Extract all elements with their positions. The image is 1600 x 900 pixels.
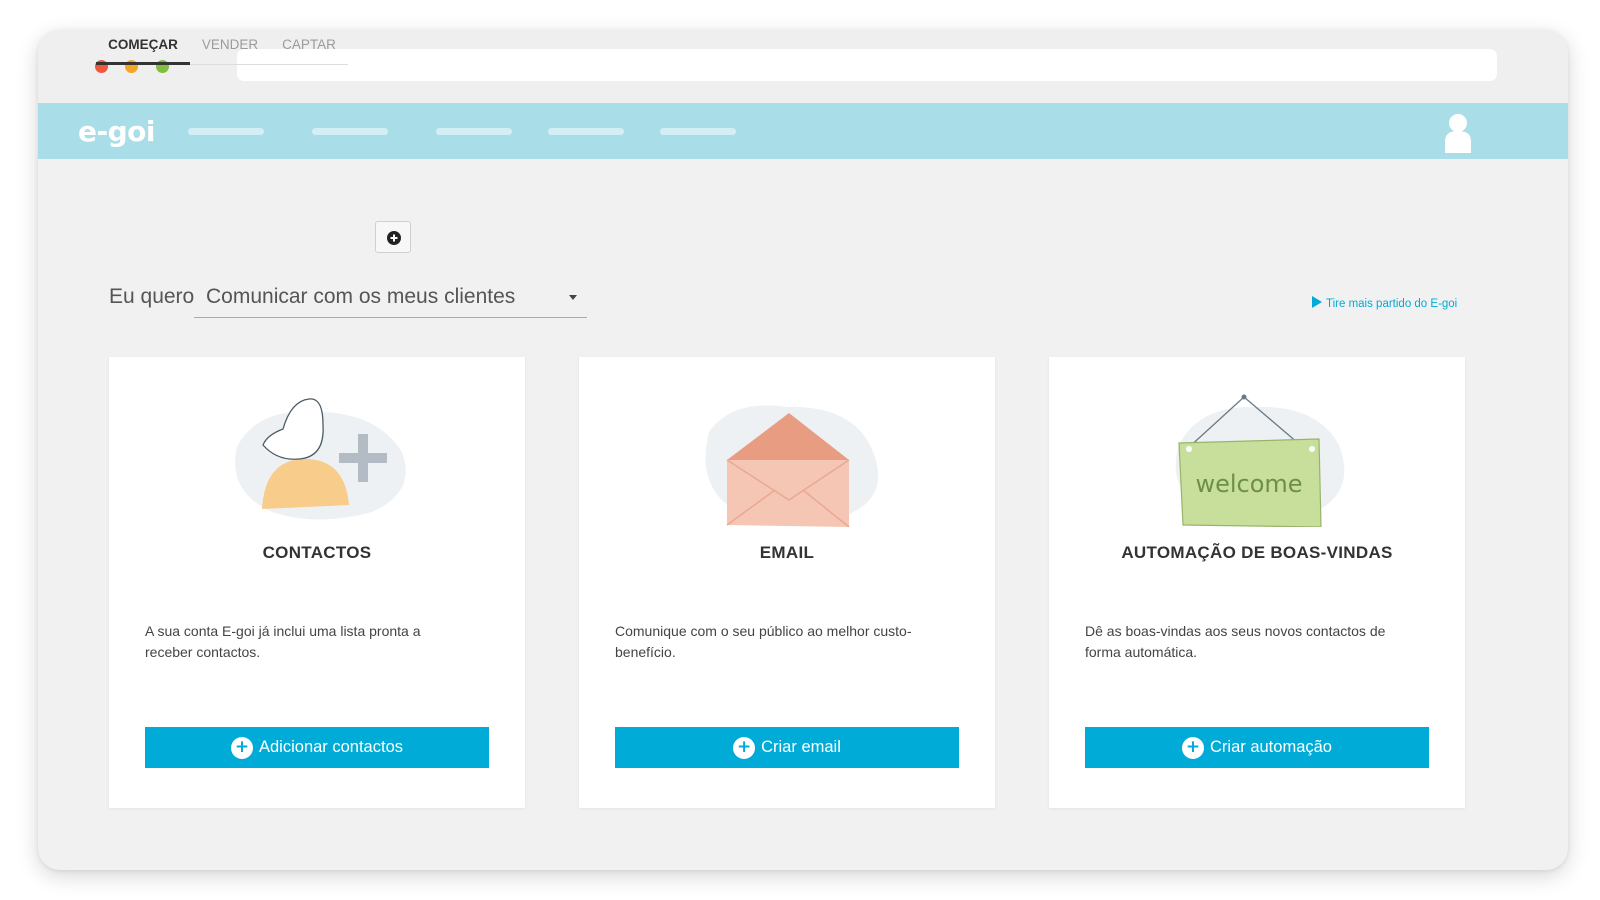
- intent-dropdown[interactable]: Comunicar com os meus clientes: [194, 280, 587, 318]
- create-automation-button[interactable]: + Criar automação: [1085, 727, 1429, 768]
- play-icon: [1312, 296, 1322, 308]
- help-link-label: Tire mais partido do E-goi: [1326, 298, 1458, 310]
- card-automacao: welcome AUTOMAÇÃO DE BOAS-VINDAS Dê as b…: [1049, 357, 1465, 808]
- tab-vender[interactable]: VENDER: [190, 30, 270, 65]
- card-title: CONTACTOS: [262, 543, 372, 562]
- button-label: Adicionar contactos: [259, 738, 403, 756]
- egoi-logo[interactable]: e-goi: [78, 115, 156, 148]
- add-contact-illustration: [235, 398, 406, 520]
- card-contactos: CONTACTOS A sua conta E-goi já inclui um…: [109, 357, 525, 808]
- card-description: A sua conta E-goi já inclui uma lista pr…: [145, 623, 421, 660]
- intent-selected-value: Comunicar com os meus clientes: [206, 285, 516, 308]
- add-tab-button[interactable]: [375, 221, 411, 253]
- card-title: AUTOMAÇÃO DE BOAS-VINDAS: [1121, 543, 1393, 562]
- top-navbar: e-goi: [38, 103, 1568, 159]
- user-avatar-icon[interactable]: [1443, 111, 1473, 153]
- nav-item-placeholder[interactable]: [660, 128, 736, 135]
- intent-label: Eu quero: [109, 285, 195, 308]
- card-description: Comunique com o seu público ao melhor cu…: [615, 623, 912, 660]
- address-bar[interactable]: [237, 49, 1497, 81]
- card-title: EMAIL: [759, 543, 815, 562]
- sign-text: welcome: [1195, 470, 1302, 498]
- help-link[interactable]: Tire mais partido do E-goi: [1312, 296, 1457, 310]
- envelope-illustration: [705, 405, 879, 527]
- create-email-button[interactable]: + Criar email: [615, 727, 959, 768]
- browser-window: e-goi COMEÇAR VENDER CAPTAR Eu quero Com…: [38, 30, 1568, 870]
- tab-captar[interactable]: CAPTAR: [270, 30, 348, 65]
- card-description: Dê as boas-vindas aos seus novos contact…: [1085, 623, 1386, 660]
- nav-item-placeholder[interactable]: [312, 128, 388, 135]
- welcome-sign-illustration: welcome: [1175, 394, 1345, 527]
- button-label: Criar email: [761, 738, 841, 756]
- plus-circle-icon: [387, 231, 401, 245]
- chevron-down-icon: [569, 295, 577, 300]
- nav-item-placeholder[interactable]: [548, 128, 624, 135]
- card-email: EMAIL Comunique com o seu público ao mel…: [579, 357, 995, 808]
- plus-icon: +: [1182, 736, 1204, 759]
- add-contacts-button[interactable]: + Adicionar contactos: [145, 727, 489, 768]
- plus-icon: +: [231, 736, 253, 759]
- plus-icon: +: [733, 736, 756, 759]
- tab-comecar[interactable]: COMEÇAR: [96, 30, 190, 65]
- nav-item-placeholder[interactable]: [188, 128, 264, 135]
- nav-item-placeholder[interactable]: [436, 128, 512, 135]
- button-label: Criar automação: [1210, 738, 1332, 756]
